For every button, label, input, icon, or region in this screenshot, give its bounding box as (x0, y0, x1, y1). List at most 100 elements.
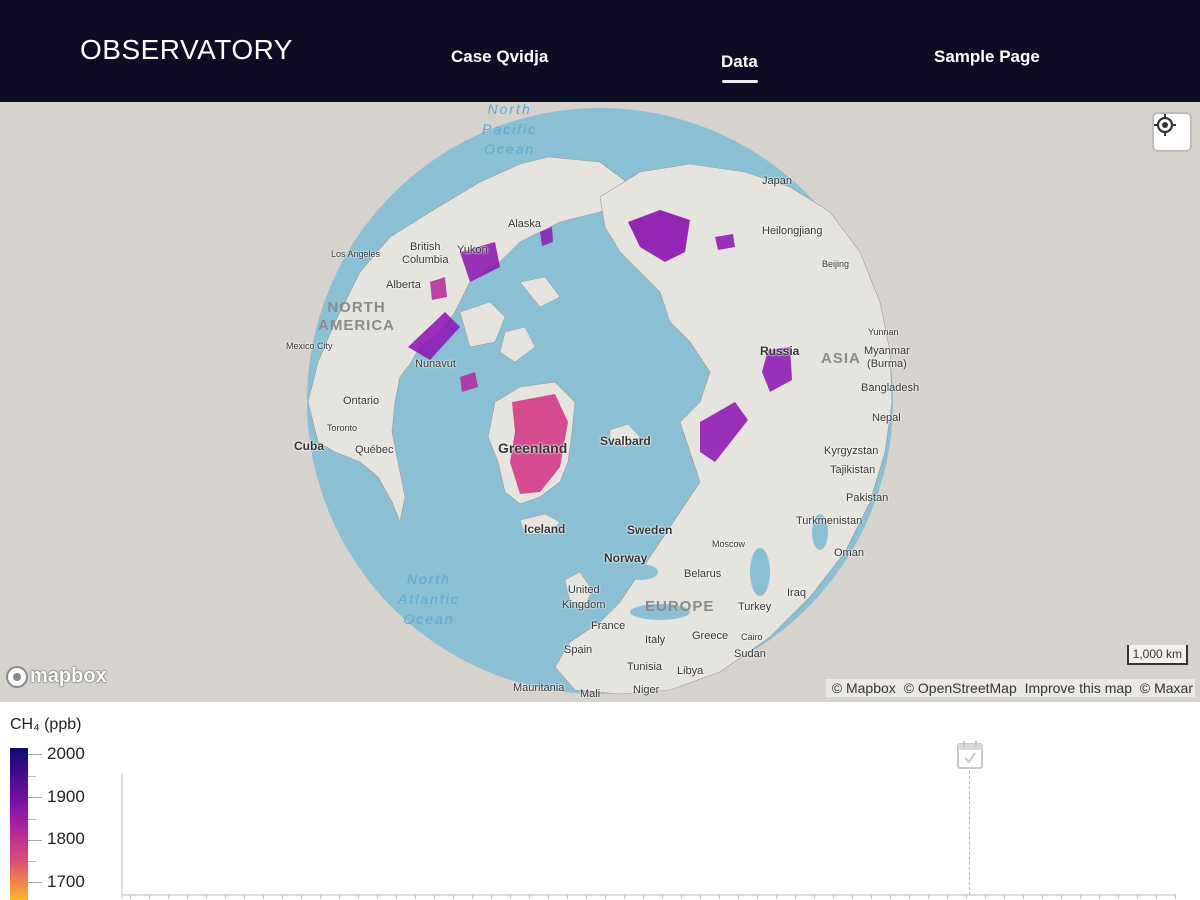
timeline-tick (852, 895, 853, 899)
timeline-tick (206, 895, 207, 899)
legend-minor-tick (28, 861, 36, 862)
map-attribution: © Mapbox © OpenStreetMap Improve this ma… (825, 679, 1195, 697)
timeline-tick (415, 895, 416, 899)
legend-tick-label-2000: 2000 (47, 744, 85, 763)
label-north-pacific-ocean: North Pacific Ocean (482, 102, 538, 157)
label-greece: Greece (692, 630, 729, 642)
label-libya: Libya (677, 665, 704, 677)
label-cuba: Cuba (294, 439, 324, 453)
timeline-tick (168, 895, 169, 899)
timeline-tick (890, 895, 891, 899)
timeline-tick (1137, 895, 1138, 899)
label-belarus: Belarus (684, 568, 722, 580)
timeline-panel: CH₄ (ppb) 2000 1900 1800 1700 (0, 702, 1200, 900)
legend-tick-label-1700: 1700 (47, 872, 85, 891)
legend-tick-label-1800: 1800 (47, 829, 85, 848)
label-united-kingdom: United Kingdom (562, 584, 606, 611)
label-nepal: Nepal (872, 412, 901, 424)
timeline-tick (1080, 895, 1081, 899)
label-heilongjiang: Heilongjiang (762, 225, 823, 237)
label-nunavut: Nunavut (415, 358, 456, 370)
nav-case-qvidja[interactable]: Case Qvidja (451, 47, 548, 67)
label-japan: Japan (762, 175, 792, 187)
label-norway: Norway (604, 551, 648, 565)
legend-tick-label-1900: 1900 (47, 787, 85, 806)
timeline-tick (643, 895, 644, 899)
crosshair-icon (1154, 114, 1176, 136)
label-sudan: Sudan (734, 648, 766, 660)
timeline-tick (928, 895, 929, 899)
label-quebec: Québec (355, 444, 394, 456)
timeline-tick (871, 895, 872, 899)
mapbox-logo[interactable]: mapbox (6, 665, 107, 688)
brand-logo-text[interactable]: OBSERVATORY (80, 34, 293, 66)
legend-title: CH₄ (ppb) (10, 716, 82, 733)
label-asia: ASIA (821, 350, 861, 367)
timeline-y-axis (121, 773, 123, 899)
timeline-tick (301, 895, 302, 899)
calendar-check-icon[interactable] (956, 740, 984, 770)
label-cairo: Cairo (741, 632, 763, 642)
timeline-tick (434, 895, 435, 899)
timeline-tick (1118, 895, 1119, 899)
label-svalbard: Svalbard (600, 434, 651, 448)
timeline-tick (510, 895, 511, 899)
timeline-tick (1042, 895, 1043, 899)
label-bangladesh: Bangladesh (861, 382, 920, 394)
nav-data[interactable]: Data (721, 52, 758, 72)
timeline-tick (320, 895, 321, 899)
label-pakistan: Pakistan (846, 492, 889, 504)
label-north-america: NORTH AMERICA (318, 299, 395, 334)
timeline-tick (795, 895, 796, 899)
timeline-tick (225, 895, 226, 899)
timeline-tick (130, 895, 131, 899)
label-niger: Niger (633, 684, 660, 696)
timeline-tick (624, 895, 625, 899)
label-los-angeles: Los Angeles (331, 249, 381, 259)
timeline-tick (586, 895, 587, 899)
label-alaska: Alaska (508, 218, 542, 230)
geolocate-button[interactable] (1154, 114, 1190, 150)
timeline-tick (187, 895, 188, 899)
timeline-tick (149, 895, 150, 899)
attribution-maxar-link[interactable]: © Maxar (1140, 680, 1193, 696)
nav-sample-page[interactable]: Sample Page (934, 47, 1040, 67)
label-oman: Oman (834, 547, 864, 559)
label-yukon: Yukon (457, 244, 488, 256)
timeline-tick (491, 895, 492, 899)
timeline-tick (814, 895, 815, 899)
timeline-tick (1004, 895, 1005, 899)
attribution-mapbox-link[interactable]: © Mapbox (832, 680, 896, 696)
legend-tick (28, 840, 42, 841)
label-france: France (591, 620, 626, 632)
label-turkey: Turkey (738, 601, 772, 613)
map-view[interactable]: North Pacific Ocean North Atlantic Ocean… (0, 102, 1200, 702)
mapbox-logo-text: mapbox (30, 665, 107, 687)
improve-map-link[interactable]: Improve this map (1025, 680, 1132, 696)
selected-date-line (969, 771, 970, 895)
label-myanmar: Myanmar (Burma) (864, 345, 910, 370)
label-yunnan: Yunnan (868, 327, 899, 337)
timeline-tick (909, 895, 910, 899)
label-toronto: Toronto (327, 423, 358, 433)
label-moscow: Moscow (712, 539, 746, 549)
label-iceland: Iceland (524, 522, 566, 536)
label-ontario: Ontario (343, 395, 380, 407)
timeline-tick (719, 895, 720, 899)
label-italy: Italy (645, 634, 666, 646)
timeline-tick (1061, 895, 1062, 899)
active-nav-indicator (722, 80, 758, 83)
timeline-tick (681, 895, 682, 899)
timeline-x-axis[interactable] (121, 894, 1176, 896)
map-scale-bar: 1,000 km (1126, 645, 1188, 665)
label-mali: Mali (580, 688, 601, 700)
timeline-tick (244, 895, 245, 899)
legend-tick (28, 797, 42, 798)
timeline-tick (377, 895, 378, 899)
attribution-osm-link[interactable]: © OpenStreetMap (904, 680, 1017, 696)
label-north-atlantic-ocean: North Atlantic Ocean (398, 571, 460, 627)
timeline-tick (567, 895, 568, 899)
timeline-tick (662, 895, 663, 899)
legend-minor-tick (28, 819, 36, 820)
label-british-columbia: British Columbia (402, 241, 449, 266)
